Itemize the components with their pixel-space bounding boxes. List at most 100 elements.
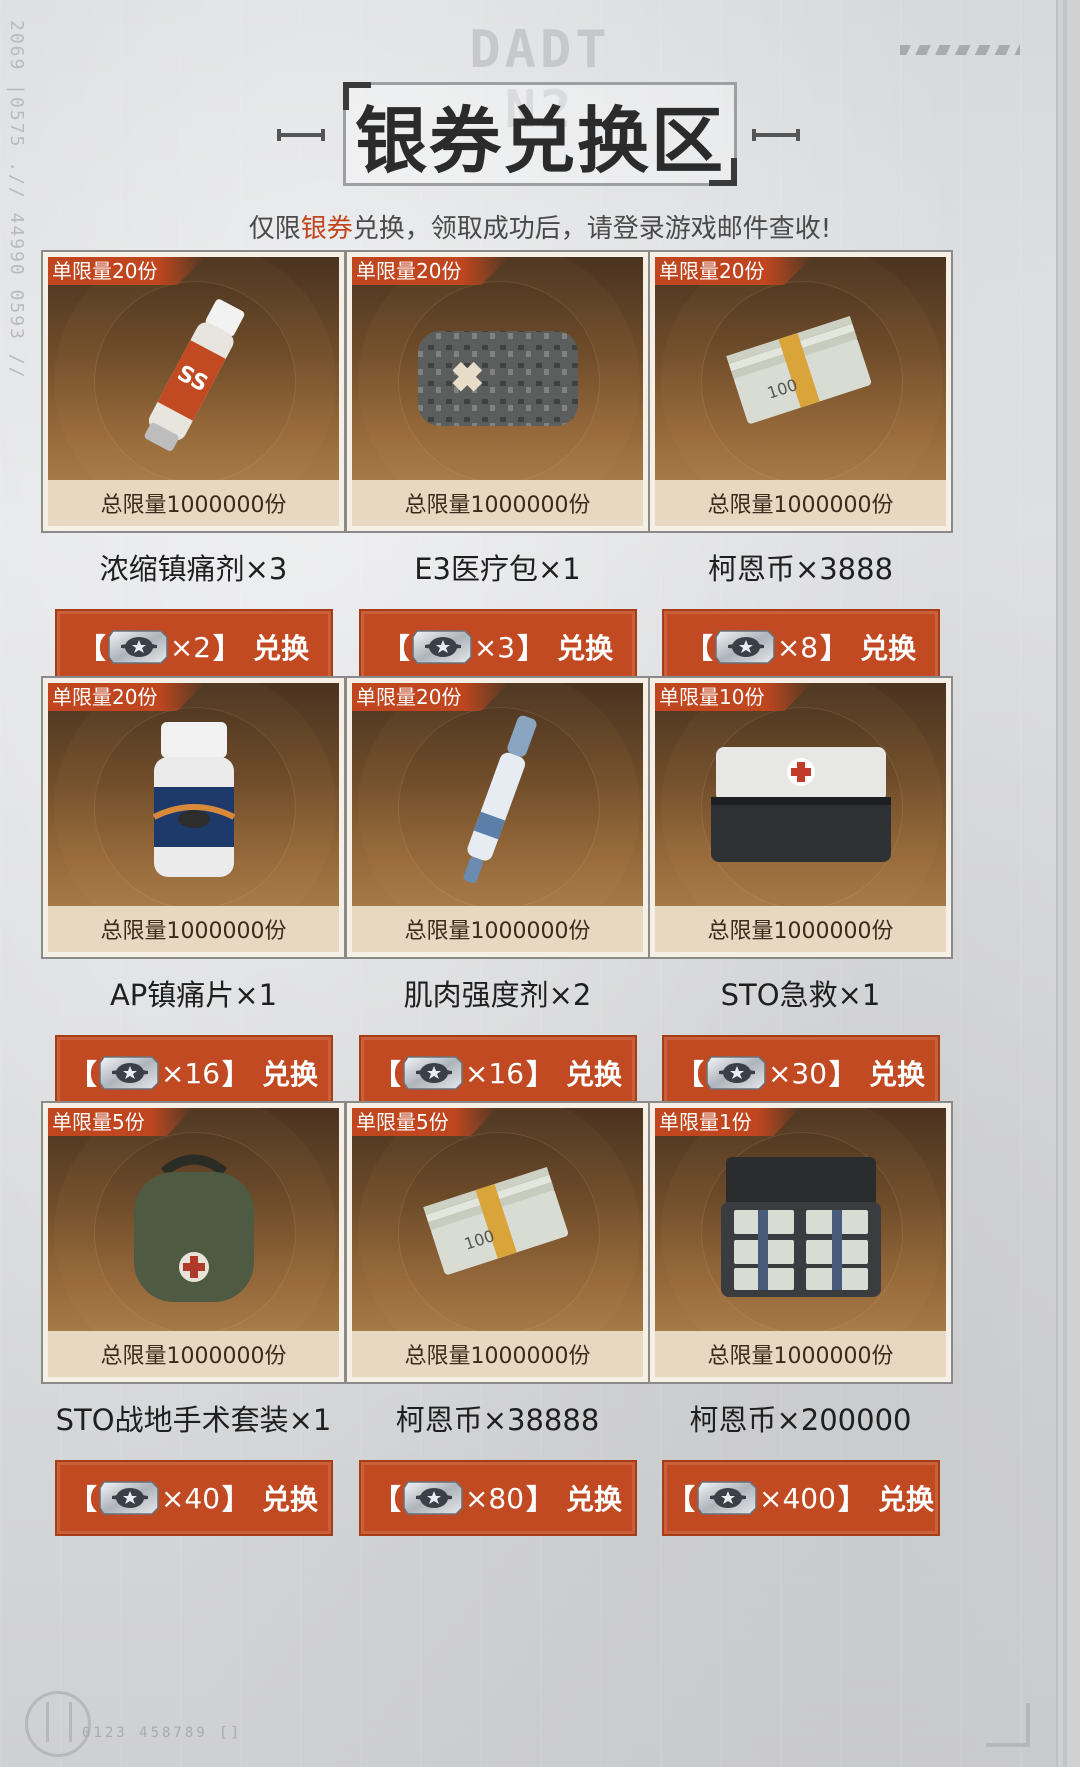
item-image: 单限量20份 100 总限量1000000份: [655, 257, 946, 526]
cost-amount: ×8: [776, 630, 819, 664]
total-limit-label: 总限量1000000份: [655, 1331, 946, 1377]
item-name: 柯恩币×3888: [707, 552, 894, 586]
item-image: 单限量5份 100 总限量1000000份: [352, 1108, 643, 1377]
painkiller-tube-icon: SS: [134, 286, 254, 470]
exchange-button[interactable]: 【 ×30】 兑换: [661, 1035, 940, 1111]
silver-coupon-icon: [402, 1055, 464, 1091]
item-image-frame: 单限量5份 总限量1000000份: [41, 1101, 346, 1384]
item-image: 单限量10份 总限量1000000份: [655, 683, 946, 952]
pill-bottle-icon: [139, 717, 249, 891]
cost-amount: ×30: [767, 1056, 828, 1090]
item-name: 肌肉强度剂×2: [403, 978, 592, 1012]
medical-pouch-icon: [408, 306, 588, 450]
item-name: 柯恩币×38888: [395, 1403, 600, 1437]
per-user-limit-badge: 单限量1份: [655, 1108, 800, 1136]
item-image-frame: 单限量20份 总限量1000000份: [345, 250, 650, 533]
exchange-label: 兑换: [860, 632, 917, 665]
cash-stack-icon: 100: [716, 316, 886, 440]
emblem-icon: [25, 1691, 91, 1757]
item-image-frame: 单限量10份 总限量1000000份: [648, 676, 953, 959]
page-title: 银券兑换区: [354, 98, 725, 183]
item-image-frame: 单限量5份 100 总限量1000000份: [345, 1101, 650, 1384]
silver-coupon-icon: [98, 1480, 160, 1516]
cost-amount: ×2: [169, 630, 212, 664]
exchange-card: 单限量1份 总限量1000000份 柯恩币×200000 【 ×400】 兑换: [648, 1101, 953, 1536]
item-name: 柯恩币×200000: [689, 1403, 912, 1437]
cost-amount: ×40: [160, 1481, 221, 1515]
cost-amount: ×16: [160, 1056, 221, 1090]
total-limit-label: 总限量1000000份: [48, 906, 339, 952]
total-limit-label: 总限量1000000份: [352, 906, 643, 952]
item-image: 单限量20份 SS 总限量1000000份: [48, 257, 339, 526]
side-code: 2069 |0575 .// 44990 0593 //: [6, 20, 27, 380]
item-image-frame: 单限量20份 SS 总限量1000000份: [41, 250, 346, 533]
silver-coupon-icon: [98, 1055, 160, 1091]
scrollbar[interactable]: [1056, 0, 1080, 1767]
exchange-button[interactable]: 【 ×16】 兑换: [358, 1035, 637, 1111]
item-image-frame: 单限量20份 总限量1000000份: [345, 676, 650, 959]
item-name: E3医疗包×1: [414, 552, 581, 586]
per-user-limit-badge: 单限量20份: [352, 257, 510, 285]
silver-coupon-icon: [402, 1480, 464, 1516]
total-limit-label: 总限量1000000份: [48, 1331, 339, 1377]
exchange-card: 单限量5份 100 总限量1000000份 柯恩币×38888 【 ×80】 兑…: [345, 1101, 650, 1536]
exchange-button[interactable]: 【 ×16】 兑换: [54, 1035, 333, 1111]
per-user-limit-badge: 单限量5份: [48, 1108, 193, 1136]
exchange-button[interactable]: 【 ×3】 兑换: [358, 609, 637, 685]
silver-coupon-icon: [714, 629, 776, 665]
exchange-label: 兑换: [566, 1058, 623, 1091]
first-aid-case-icon: [701, 727, 901, 881]
per-user-limit-badge: 单限量20份: [48, 257, 206, 285]
per-user-limit-badge: 单限量20份: [655, 257, 813, 285]
item-image: 单限量20份 总限量1000000份: [48, 683, 339, 952]
silver-coupon-icon: [696, 1480, 758, 1516]
total-limit-label: 总限量1000000份: [48, 480, 339, 526]
exchange-button[interactable]: 【 ×2】 兑换: [54, 609, 333, 685]
exchange-card: 单限量20份 100 总限量1000000份 柯恩币×3888 【 ×8】 兑换: [648, 250, 953, 685]
title-deco-left: [277, 129, 325, 141]
subtitle: 仅限银券兑换，领取成功后，请登录游戏邮件查收!: [248, 214, 832, 244]
corner-deco: [986, 1703, 1030, 1747]
item-image: 单限量20份 总限量1000000份: [352, 683, 643, 952]
exchange-button[interactable]: 【 ×8】 兑换: [661, 609, 940, 685]
item-name: 浓缩镇痛剂×3: [99, 552, 288, 586]
total-limit-label: 总限量1000000份: [655, 480, 946, 526]
cost-amount: ×3: [473, 630, 516, 664]
silver-coupon-icon: [705, 1055, 767, 1091]
item-image-frame: 单限量20份 总限量1000000份: [41, 676, 346, 959]
total-limit-label: 总限量1000000份: [655, 906, 946, 952]
per-user-limit-badge: 单限量20份: [48, 683, 206, 711]
exchange-label: 兑换: [869, 1058, 926, 1091]
cost-amount: ×16: [464, 1056, 525, 1090]
cost-amount: ×80: [464, 1481, 525, 1515]
exchange-card: 单限量20份 总限量1000000份 肌肉强度剂×2 【 ×16】 兑换: [345, 676, 650, 1111]
exchange-button[interactable]: 【 ×80】 兑换: [358, 1460, 637, 1536]
injector-pen-icon: [453, 707, 543, 901]
exchange-label: 兑换: [262, 1483, 319, 1516]
exchange-button[interactable]: 【 ×40】 兑换: [54, 1460, 333, 1536]
cash-stack-icon: 100: [413, 1167, 583, 1291]
exchange-card: 单限量10份 总限量1000000份 STO急救×1 【 ×30】 兑换: [648, 676, 953, 1111]
exchange-label: 兑换: [566, 1483, 623, 1516]
decorative-dashes: [900, 45, 1020, 55]
total-limit-label: 总限量1000000份: [352, 1331, 643, 1377]
item-image-frame: 单限量20份 100 总限量1000000份: [648, 250, 953, 533]
cash-briefcase-icon: [706, 1142, 896, 1316]
exchange-label: 兑换: [877, 1483, 934, 1516]
item-image: 单限量5份 总限量1000000份: [48, 1108, 339, 1377]
item-image-frame: 单限量1份 总限量1000000份: [648, 1101, 953, 1384]
exchange-button[interactable]: 【 ×400】 兑换: [661, 1460, 940, 1536]
exchange-card: 单限量20份 SS 总限量1000000份 浓缩镇痛剂×3 【 ×2】 兑换: [41, 250, 346, 685]
surgery-kit-bag-icon: [119, 1142, 269, 1316]
footer-code: 0123 458789 []: [82, 1725, 243, 1741]
item-image: 单限量1份 总限量1000000份: [655, 1108, 946, 1377]
silver-coupon-icon: [411, 629, 473, 665]
exchange-card: 单限量20份 总限量1000000份 E3医疗包×1 【 ×3】 兑换: [345, 250, 650, 685]
per-user-limit-badge: 单限量10份: [655, 683, 813, 711]
exchange-label: 兑换: [262, 1058, 319, 1091]
title-frame: 银券兑换区: [343, 82, 737, 186]
silver-coupon-icon: [107, 629, 169, 665]
exchange-card: 单限量5份 总限量1000000份 STO战地手术套装×1 【 ×40】 兑换: [41, 1101, 346, 1536]
total-limit-label: 总限量1000000份: [352, 480, 643, 526]
exchange-label: 兑换: [253, 632, 310, 665]
